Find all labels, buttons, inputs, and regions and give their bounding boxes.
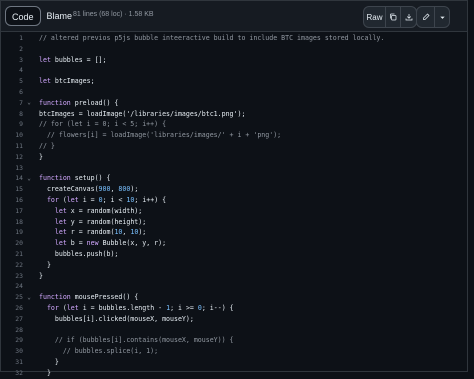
line-number[interactable]: 5 [1,77,23,85]
line-number[interactable]: 28 [1,326,23,334]
code-text: let bubbles = []; [39,55,107,64]
line-number[interactable]: 31 [1,358,23,366]
line-number[interactable]: 20 [1,239,23,247]
code-text: // if (bubbles[i].contains(mouseX, mouse… [39,336,234,345]
code-text: let x = random(width); [54,206,143,215]
fold-chevron-icon[interactable]: ⌄ [23,99,35,106]
line-number[interactable]: 11 [1,142,23,150]
line-number[interactable]: 29 [1,336,23,344]
code-listing: 1 // altered previos p5js bubble inteerac… [1,32,467,377]
line-number[interactable]: 19 [1,228,23,236]
line-number[interactable]: 30 [1,347,23,355]
code-text: } [39,368,51,377]
view-switcher: Code Blame [5,6,72,26]
code-text: for (let i = bubbles.length - 1; i >= 0;… [46,304,234,312]
code-text: function setup() { [39,174,111,183]
download-icon [405,14,412,21]
line-number[interactable]: 17 [1,207,23,215]
line-number[interactable]: 3 [1,56,23,64]
edit-button[interactable] [417,7,435,27]
line-number[interactable]: 25 [1,293,23,301]
line-number[interactable]: 27 [1,315,23,323]
line-number[interactable]: 18 [1,218,23,226]
copy-button[interactable] [386,7,401,27]
line-number[interactable]: 24 [1,282,23,290]
line-number[interactable]: 23 [1,272,23,280]
raw-button[interactable]: Raw [364,7,386,27]
code-text: } [39,152,43,161]
raw-actions-group: Raw [363,6,417,28]
file-info: 81 lines (68 loc) · 1.58 KB [73,11,154,18]
line-number[interactable]: 1 [1,34,23,42]
line-number[interactable]: 15 [1,185,23,193]
code-text: // } [39,142,55,150]
code-text: bubbles[i].clicked(mouseX, mouseY); [39,314,194,323]
code-text: for (let i = 0; i < 10; i++) { [46,196,167,204]
code-text: createCanvas(900, 800); [39,185,139,194]
line-number[interactable]: 4 [1,66,23,74]
copy-icon [390,13,397,21]
code-text: } [39,260,51,269]
code-text: btcImages = loadImage('/libraries/images… [39,109,246,118]
fold-chevron-icon[interactable]: ⌄ [23,175,35,182]
line-number[interactable]: 16 [1,196,23,204]
code-text: let y = random(height); [54,217,147,226]
code-text: // for (let i = 0; i < 5; i++) { [39,120,167,129]
line-number[interactable]: 14 [1,174,23,182]
page-scrollbar[interactable] [468,0,474,372]
code-text: bubbles.push(b); [39,250,119,258]
code-text: function mousePressed() { [39,293,139,302]
code-text: let b = new Bubble(x, y, r); [54,239,167,248]
code-text: // flowers[i] = loadImage('libraries/ima… [39,131,282,140]
code-text: let r = random(10, 10); [54,228,147,237]
fold-chevron-icon[interactable]: ⌄ [23,294,35,301]
line-number[interactable]: 6 [1,88,23,96]
code-text: function preload() { [39,98,119,107]
edit-dropdown-button[interactable] [435,7,449,27]
file-header: Code Blame 81 lines (68 loc) · 1.58 KB R… [1,1,467,32]
code-text: let btcImages; [39,77,95,86]
line-number[interactable]: 7 [1,99,23,107]
chevron-down-icon [439,16,445,19]
file-view: Code Blame 81 lines (68 loc) · 1.58 KB R… [0,0,468,377]
pencil-icon [422,13,430,20]
download-button[interactable] [401,7,416,27]
code-text: } [39,358,59,366]
edit-actions-group [416,6,450,28]
code-text: // bubbles.splice(i, 1); [39,347,159,356]
code-text: } [39,271,43,280]
line-number[interactable]: 12 [1,153,23,161]
code-line: 32 } [1,367,467,379]
code-text: // altered previos p5js bubble inteeract… [39,34,385,42]
line-number[interactable]: 10 [1,131,23,139]
line-number[interactable]: 2 [1,45,23,53]
line-number[interactable]: 21 [1,250,23,258]
line-number[interactable]: 8 [1,110,23,118]
line-number[interactable]: 13 [1,164,23,172]
tab-code[interactable]: Code [5,6,41,26]
line-number[interactable]: 26 [1,304,23,312]
line-number[interactable]: 32 [1,369,23,377]
line-number[interactable]: 9 [1,120,23,128]
line-number[interactable]: 22 [1,261,23,269]
